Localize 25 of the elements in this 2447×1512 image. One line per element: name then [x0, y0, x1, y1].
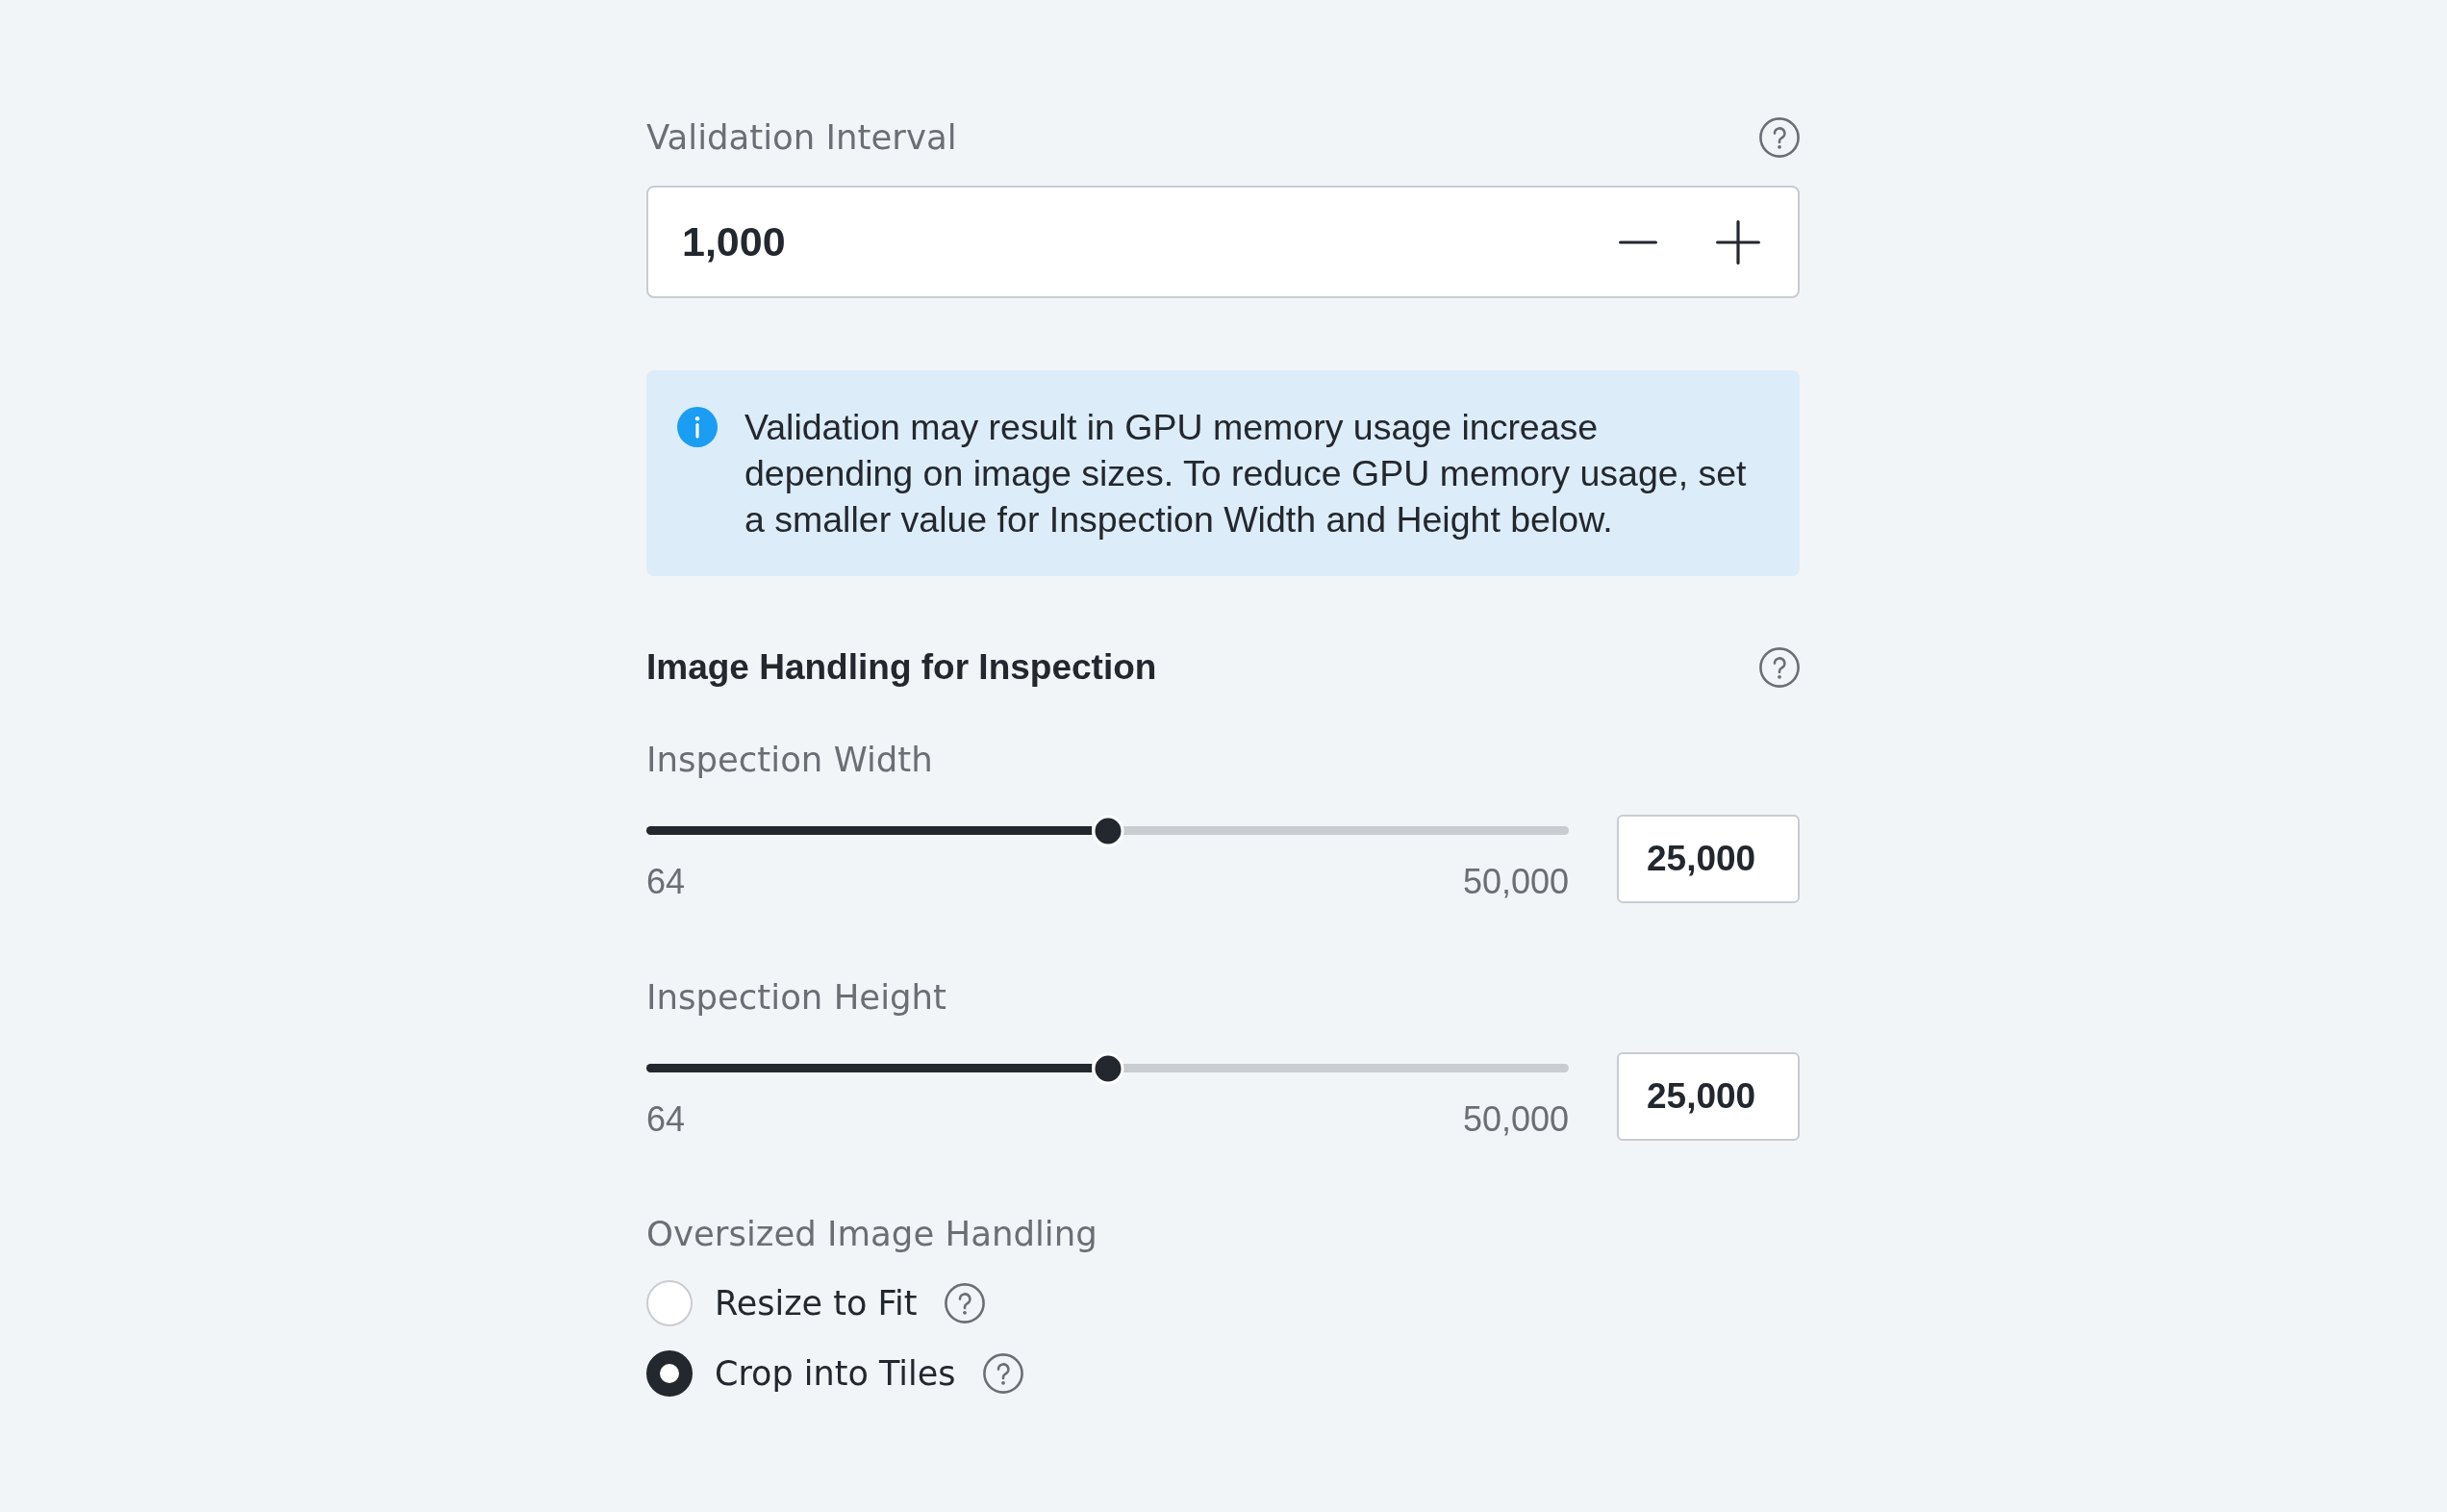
slider-min-label: 64 [646, 862, 686, 902]
radio-button[interactable] [646, 1350, 693, 1397]
slider-min-label: 64 [646, 1099, 686, 1140]
radio-label: Crop into Tiles [715, 1353, 956, 1394]
value-field[interactable]: 25,000 [1617, 1052, 1800, 1141]
slider-handle[interactable] [1092, 815, 1123, 846]
plus-icon [1716, 219, 1760, 265]
info-icon [677, 407, 718, 447]
field-label: Inspection Height [646, 977, 946, 1018]
value-field[interactable]: 25,000 [1617, 815, 1800, 903]
field-label: Inspection Width [646, 740, 933, 780]
number-field[interactable]: 1,000 [646, 186, 1800, 298]
help-icon[interactable] [1759, 647, 1800, 688]
minus-icon [1619, 239, 1657, 244]
help-icon[interactable] [1759, 117, 1800, 158]
radio-label: Resize to Fit [715, 1283, 918, 1323]
help-icon[interactable] [944, 1283, 985, 1323]
slider-handle[interactable] [1092, 1052, 1123, 1084]
slider-max-label: 50,000 [1462, 1099, 1569, 1140]
slider-max-label: 50,000 [1462, 862, 1569, 902]
field-label: Oversized Image Handling [646, 1214, 1097, 1254]
help-icon[interactable] [982, 1353, 1023, 1394]
info-message: Validation may result in GPU memory usage increase depending on image sizes. To reduce GPU memory usage, set a smaller value for Inspection Width and Height below. [744, 406, 1748, 542]
field-label: Validation Interval [646, 117, 957, 158]
section-heading: Image Handling for Inspection [646, 647, 1157, 688]
